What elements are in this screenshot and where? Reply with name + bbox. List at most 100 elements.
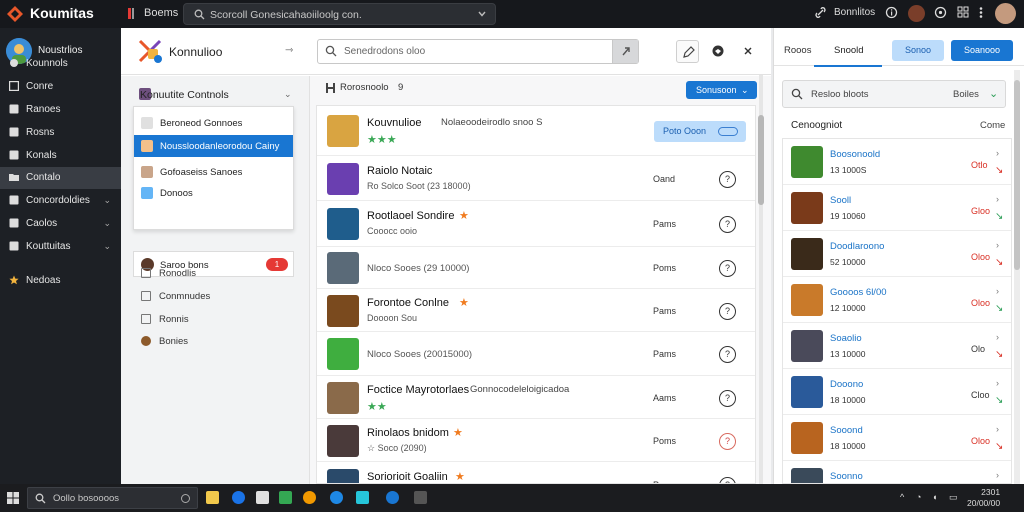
media-icon[interactable] [386, 491, 399, 504]
dropdown-option-3[interactable]: Donoos [134, 182, 293, 204]
table-row[interactable]: Rinolaos bnidom ☆ Soco (2090) ★ Poms? [317, 419, 755, 462]
sort-dropdown-button[interactable]: Sonusoon ⌄ [686, 81, 757, 99]
right-section-action[interactable]: Come [980, 120, 1005, 131]
results-scrollbar[interactable] [757, 75, 765, 484]
nav-item-5[interactable]: Contalo [0, 167, 121, 189]
settings-icon[interactable] [957, 6, 969, 18]
panel-search-input[interactable]: Senedrodons oloo [317, 39, 639, 64]
row-action-button[interactable]: ? [719, 216, 736, 233]
nav-item-9[interactable]: Nedoas [0, 270, 121, 292]
game-app-icon[interactable] [303, 491, 316, 504]
nav-item-3[interactable]: Rosns [0, 122, 121, 144]
tray-volume-icon[interactable]: ◖ [932, 492, 937, 502]
chevron-right-icon[interactable]: › [996, 378, 999, 388]
table-row[interactable]: Kouvnulioe Nolaeoodeirodlo snoo S ★★★ Poto … [317, 106, 755, 156]
row-action-button[interactable]: ? [719, 171, 736, 188]
tab-main[interactable]: Boems [144, 7, 178, 19]
close-icon[interactable] [742, 45, 754, 57]
table-row[interactable]: Nloco Sooes (20015000) Pams? [317, 332, 755, 376]
nav-item-7[interactable]: Caolos ⌄ [0, 213, 121, 235]
list-item[interactable]: Sooll 19 10060 Gloo › ↘ [783, 185, 1011, 231]
info-icon[interactable] [885, 6, 898, 19]
filter-link-2[interactable]: Ronnis [141, 311, 291, 329]
tray-chevron-icon[interactable]: ^ [900, 492, 904, 502]
chevron-down-icon[interactable] [477, 9, 487, 19]
table-row[interactable]: Nloco Sooes (29 10000) Poms? [317, 247, 755, 289]
row-action-button[interactable]: ? [719, 303, 736, 320]
global-search-input[interactable]: Scorcoll Gonesicahaoiiloolg con. [183, 3, 496, 25]
nav-item-8[interactable]: Kouttuitas ⌄ [0, 236, 121, 258]
chevron-down-icon[interactable]: ⌄ [284, 89, 292, 100]
nav-item-6[interactable]: Concordoldies ⌄ [0, 190, 121, 212]
list-item[interactable]: Dooono 18 10000 Cloo › ↘ [783, 369, 1011, 415]
list-item[interactable]: Doodlaroono 52 10000 Oloo › ↘ [783, 231, 1011, 277]
chevron-right-icon[interactable]: › [996, 240, 999, 250]
table-row[interactable]: Raiolo Notaic Ro Solco Soot (23 18000) Oan… [317, 156, 755, 201]
edge-icon[interactable] [330, 491, 343, 504]
right-scrollbar[interactable] [1014, 70, 1020, 484]
nav-item-4[interactable]: Konals [0, 145, 121, 167]
user-avatar[interactable] [995, 3, 1016, 24]
chevron-right-icon[interactable]: › [996, 286, 999, 296]
pin-icon[interactable]: ⇾ [285, 45, 293, 56]
filter-link-0[interactable]: Ronodlis [141, 265, 291, 283]
nav-item-0[interactable]: Kounnols [0, 53, 121, 75]
menu-icon[interactable] [976, 6, 986, 19]
microphone-icon[interactable] [181, 494, 190, 503]
chevron-right-icon[interactable]: › [996, 470, 999, 480]
tab-rooos[interactable]: Rooos [784, 45, 811, 56]
browser-icon[interactable] [232, 491, 245, 504]
secondary-button[interactable]: Sonoo [892, 40, 944, 61]
search-submit-button[interactable] [612, 40, 638, 63]
chevron-right-icon[interactable]: › [996, 194, 999, 204]
chevron-right-icon[interactable]: › [996, 332, 999, 342]
right-search-input[interactable]: Resloo bloots Boiles ⌄ [782, 80, 1006, 108]
right-search-option[interactable]: Boiles [953, 89, 979, 100]
taskbar-search-input[interactable]: Oollo bosoooos [27, 487, 198, 509]
table-row[interactable]: Forontoe Conlne Doooon Sou ★ Pams? [317, 289, 755, 332]
terminal-icon[interactable] [414, 491, 427, 504]
row-action-button[interactable]: ? [719, 477, 736, 483]
list-item[interactable]: Soonno21 10000› [783, 461, 1011, 483]
tray-battery-icon[interactable]: ▭ [949, 492, 958, 503]
right-scrollbar-thumb[interactable] [1014, 80, 1020, 270]
notes-icon[interactable] [256, 491, 269, 504]
filter-link-1[interactable]: Conmnudes [141, 288, 291, 306]
tray-wifi-icon[interactable]: ◔ [916, 492, 921, 502]
start-icon[interactable] [7, 492, 19, 504]
table-row[interactable]: Soriorioit Goaliin☆ Soco (13 21000)★Pams… [317, 462, 755, 483]
list-item[interactable]: Sooond 18 10000 Oloo › ↘ [783, 415, 1011, 461]
connect-button[interactable]: Poto Ooon [654, 121, 746, 142]
chevron-right-icon[interactable]: › [996, 148, 999, 158]
photos-icon[interactable] [279, 491, 292, 504]
store-icon[interactable] [356, 491, 369, 504]
file-explorer-icon[interactable] [206, 491, 219, 504]
primary-button[interactable]: Soanooo [951, 40, 1013, 61]
list-item[interactable]: Soaolio 13 10000 Olo › ↘ [783, 323, 1011, 369]
link-icon[interactable] [814, 6, 827, 19]
filter-link-3[interactable]: Bonies [141, 333, 291, 351]
row-action-button[interactable]: ? [719, 260, 736, 277]
table-row[interactable]: Foctice Mayrotorlaes Gonnocodeleloigicado… [317, 376, 755, 419]
chevron-right-icon[interactable]: › [996, 424, 999, 434]
row-action-button[interactable]: ? [719, 346, 736, 363]
scrollbar-thumb[interactable] [758, 115, 764, 205]
nav-item-2[interactable]: Ranoes [0, 99, 121, 121]
edit-button[interactable] [676, 40, 699, 63]
dropdown-option-0[interactable]: Beroneod Gonnoes [134, 112, 293, 134]
tab-snoold[interactable]: Snoold [834, 45, 864, 56]
list-item[interactable]: Goooos 6l/00 12 10000 Oloo › ↘ [783, 277, 1011, 323]
taskbar-clock[interactable]: 2301 20/00/00 [967, 487, 1000, 509]
table-row[interactable]: Rootlaoel Sondire Cooocc ooio ★ Pams? [317, 201, 755, 247]
list-item[interactable]: Boosonoold 13 1000S Otlo › ↘ [783, 139, 1011, 185]
help-icon[interactable] [934, 6, 947, 19]
avatar-small[interactable] [908, 5, 925, 22]
row-action-button[interactable]: ? [719, 390, 736, 407]
row-action-button[interactable]: ? [719, 433, 736, 450]
dropdown-option-2[interactable]: Gofoaseiss Sanoes [134, 161, 293, 183]
dropdown-option-1[interactable]: Noussloodanleorodou Cainy [134, 135, 293, 157]
user-label[interactable]: Bonnlitos [834, 7, 875, 18]
theme-icon[interactable] [712, 45, 724, 57]
pencil-icon [683, 46, 695, 58]
nav-item-1[interactable]: Conre [0, 76, 121, 98]
